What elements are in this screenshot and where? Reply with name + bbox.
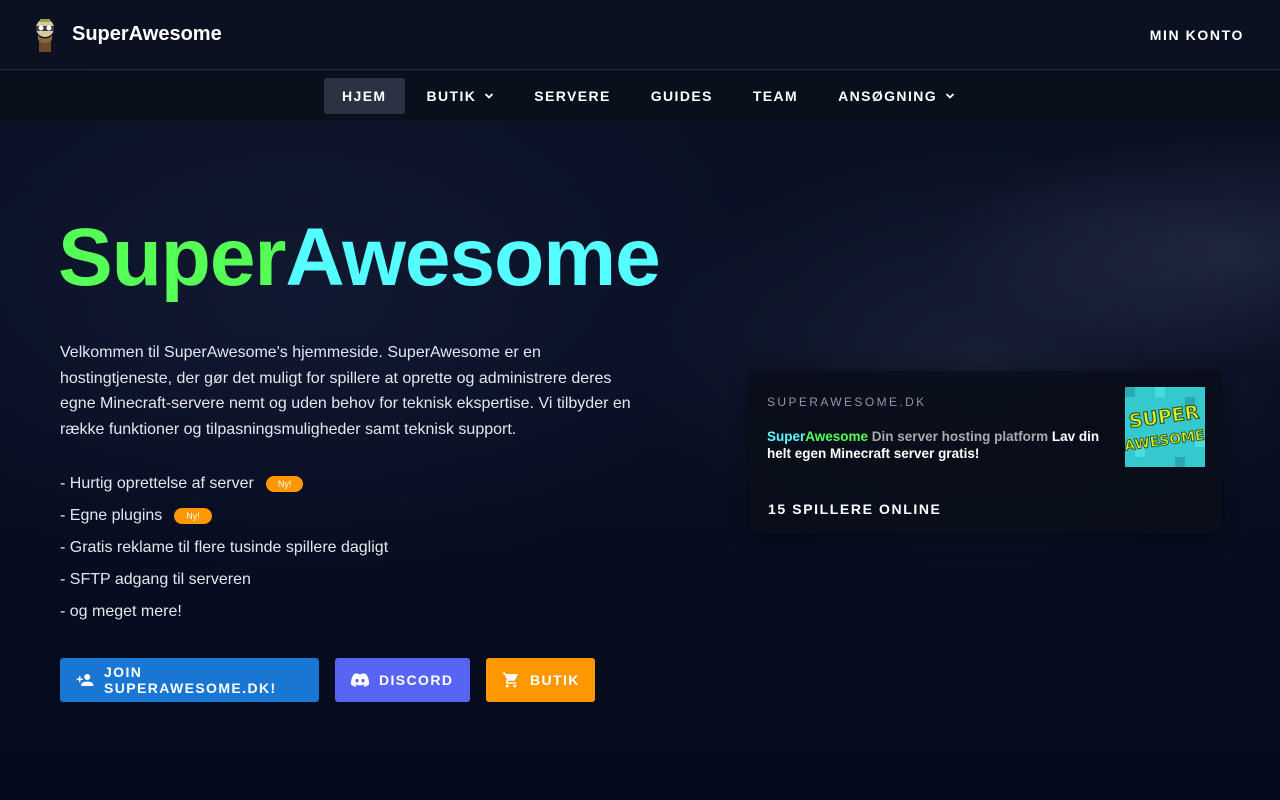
nav-item-label: GUIDES [650,88,713,104]
list-item: - Gratis reklame til flere tusinde spill… [60,532,388,564]
brand-name: SuperAwesome [72,23,222,45]
list-item: - SFTP adgang til serveren [60,564,388,596]
shop-button-label: BUTIK [530,672,580,688]
feature-text: - Gratis reklame til flere tusinde spill… [60,539,389,556]
hero-title-super: Super [58,212,286,303]
server-status-card[interactable]: SUPERAWESOME.DK SuperAwesome Din server … [750,371,1221,533]
server-logo: SUPER AWESOME [1125,387,1205,467]
server-motd: SuperAwesome Din server hosting platform… [767,428,1107,462]
brand-link[interactable]: SuperAwesome [30,16,222,54]
motd-awesome: Awesome [805,429,869,444]
motd-super: Super [767,429,806,444]
discord-icon [351,671,369,689]
nav-item-servers[interactable]: SERVERE [516,78,628,114]
intro-text: Velkommen til SuperAwesome's hjemmeside.… [60,344,631,438]
players-online: 15 SPILLERE ONLINE [768,501,942,517]
nav-item-guides[interactable]: GUIDES [633,78,731,114]
feature-text: - Egne plugins [60,507,163,524]
feature-text: - SFTP adgang til serveren [60,571,251,588]
hero-title-awesome: Awesome [285,212,660,303]
chevron-down-icon [484,91,494,101]
nav-item-home[interactable]: HJEM [324,78,405,114]
nav-item-label: ANSØGNING [838,88,938,104]
discord-button[interactable]: DISCORD [335,658,470,702]
list-item: - Hurtig oprettelse af server Ny! [60,468,388,500]
cartoon-character-icon [30,16,60,54]
shopping-cart-icon [502,671,520,689]
list-item: - Egne plugins Ny! [60,500,388,532]
motd-tagline: Din server hosting platform [868,429,1052,444]
server-host: SUPERAWESOME.DK [767,395,927,409]
main-nav: HJEM BUTIK SERVERE GUIDES TEAM ANSØGNING [0,71,1280,121]
feature-text: - og meget mere! [60,603,182,620]
join-server-button[interactable]: JOIN SUPERAWESOME.DK! [60,658,319,702]
join-button-label: JOIN SUPERAWESOME.DK! [104,664,277,696]
nav-item-label: SERVERE [534,88,611,104]
nav-item-shop[interactable]: BUTIK [409,78,513,114]
nav-item-label: TEAM [752,88,799,104]
nav-item-team[interactable]: TEAM [735,78,816,114]
top-bar: SuperAwesome MIN KONTO [0,0,1280,70]
feature-text: - Hurtig oprettelse af server [60,475,254,492]
chevron-down-icon [945,91,955,101]
nav-item-label: BUTIK [426,88,477,104]
nav-item-application[interactable]: ANSØGNING [820,78,973,114]
list-item: - og meget mere! [60,596,388,628]
my-account-link[interactable]: MIN KONTO [1150,27,1244,43]
new-badge: Ny! [174,508,212,524]
hero-title: SuperAwesome [58,208,661,308]
shop-button[interactable]: BUTIK [486,658,595,702]
discord-button-label: DISCORD [379,672,454,688]
feature-list: - Hurtig oprettelse af server Ny! - Egne… [60,468,388,628]
new-badge: Ny! [265,476,304,492]
nav-item-label: HJEM [342,88,387,104]
person-add-icon [76,671,94,689]
cta-buttons: JOIN SUPERAWESOME.DK! DISCORD BUTIK [60,658,595,702]
